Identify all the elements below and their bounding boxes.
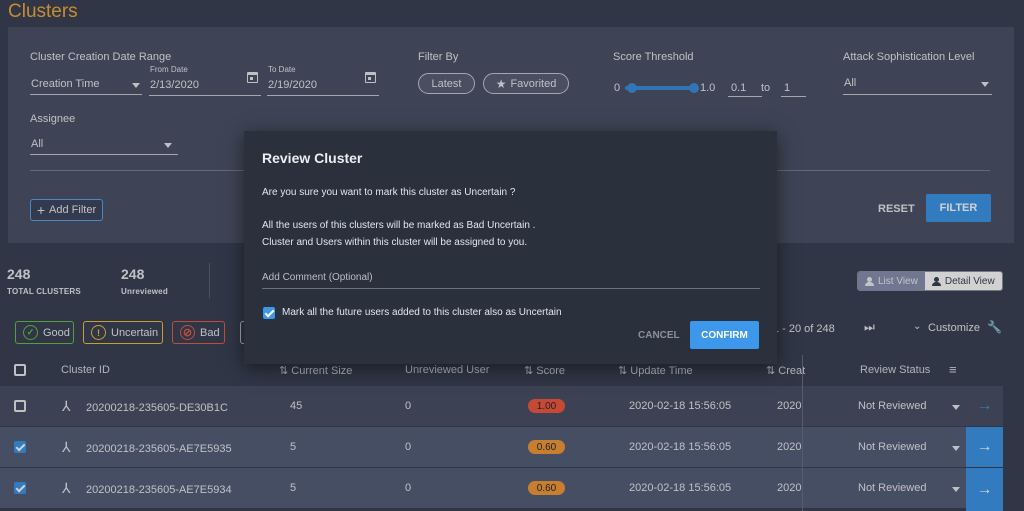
comment-input[interactable]: Add Comment (Optional) — [262, 269, 760, 289]
dialog-question: Are you sure you want to mark this clust… — [262, 187, 516, 198]
confirm-button[interactable]: CONFIRM — [690, 321, 759, 349]
dialog-title: Review Cluster — [262, 150, 363, 166]
comment-placeholder: Add Comment (Optional) — [262, 272, 373, 283]
confirm-button-label: CONFIRM — [701, 329, 748, 341]
review-cluster-dialog: Review Cluster Are you sure you want to … — [244, 131, 777, 364]
future-users-label: Mark all the future users added to this … — [282, 307, 562, 318]
dialog-line-2: Cluster and Users within this cluster wi… — [262, 237, 528, 248]
cancel-button[interactable]: CANCEL — [638, 330, 680, 341]
dialog-line-1: All the users of this clusters will be m… — [262, 220, 536, 231]
future-users-checkbox[interactable] — [263, 307, 275, 319]
